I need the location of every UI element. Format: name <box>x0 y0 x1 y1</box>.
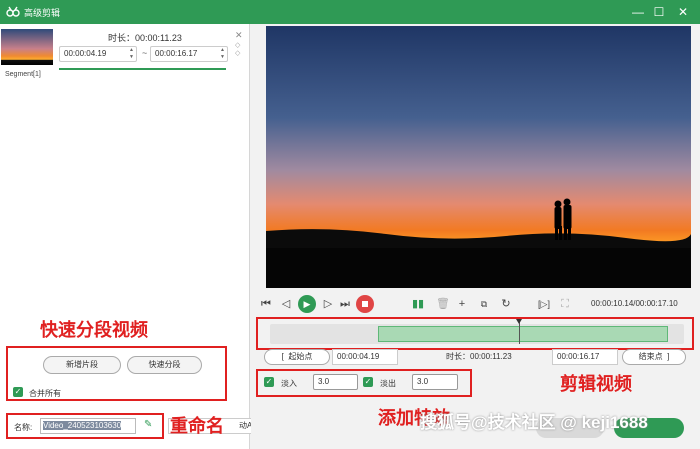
segment-start-value: 00:00:04.19 <box>64 49 107 58</box>
close-button[interactable]: ✕ <box>675 4 691 20</box>
spin-icon[interactable]: ▲ ▼ <box>220 47 225 61</box>
fade-in-label: 淡入 <box>281 379 297 388</box>
start-time-input[interactable]: 00:00:04.19 <box>332 349 398 365</box>
mark-icon[interactable]: [▷] <box>536 294 552 314</box>
range-controls: [ 起始点 00:00:04.19 时长：00:00:11.23 00:00:1… <box>264 349 686 365</box>
set-end-label: 结束点 <box>638 352 663 361</box>
end-time-value: 00:00:16.17 <box>557 352 600 361</box>
annotation-rename: 重命名 <box>170 416 224 436</box>
name-label: 名称: <box>14 423 33 432</box>
new-segment-button[interactable]: 新增片段 <box>43 356 121 374</box>
segment-delete-icon[interactable]: ✕ <box>235 30 243 41</box>
name-value: Video_240523103630 <box>43 421 122 430</box>
video-preview <box>266 26 691 288</box>
minimize-button[interactable]: — <box>630 4 646 20</box>
watermark: 搜狐号@技术社区 @ keji1688 <box>420 413 648 432</box>
timeline-selection[interactable] <box>378 326 668 342</box>
timeline-track[interactable] <box>270 319 684 344</box>
start-time-value: 00:00:04.19 <box>337 352 380 361</box>
copy-icon[interactable]: ⧉ <box>478 294 490 314</box>
fade-out-value: 3.0 <box>417 377 429 386</box>
playhead[interactable] <box>516 319 522 344</box>
skip-start-icon[interactable]: ⏮ <box>260 294 272 314</box>
range-separator: ~ <box>142 48 148 58</box>
name-input[interactable]: Video_240523103630 <box>40 418 136 434</box>
skip-end-icon[interactable]: ⏭ <box>338 294 352 314</box>
end-time-input[interactable]: 00:00:16.17 <box>552 349 618 365</box>
set-start-label: 起始点 <box>288 352 313 361</box>
fade-in-value: 3.0 <box>318 377 330 386</box>
segment-progress <box>59 68 226 70</box>
snapshot-icon[interactable]: ⛶ <box>558 294 572 314</box>
reorder-icon[interactable]: ◇ ◇ <box>235 42 240 58</box>
fade-in-input[interactable]: 3.0 <box>313 374 358 390</box>
quick-segment-button[interactable]: 快速分段 <box>127 356 202 374</box>
segment-end-value: 00:00:16.17 <box>155 49 198 58</box>
segment-thumbnail <box>1 29 53 65</box>
segment-item[interactable]: Segment[1] 时长：00:00:11.23 00:00:04.19 ▲ ▼… <box>0 26 250 78</box>
segment-duration: 时长：00:00:11.23 <box>108 33 182 43</box>
play-button[interactable]: ▶ <box>298 295 316 313</box>
delete-icon[interactable]: 🗑 <box>436 294 450 314</box>
edit-pencil-icon[interactable]: ✎ <box>144 419 152 430</box>
segment-start-input[interactable]: 00:00:04.19 ▲ ▼ <box>59 46 137 62</box>
spin-icon[interactable]: ▲ ▼ <box>129 47 134 61</box>
fade-out-checkbox[interactable]: ✓ <box>363 377 373 387</box>
fade-out-label: 淡出 <box>380 379 396 388</box>
step-forward-icon[interactable]: ▷ <box>322 294 334 314</box>
stop-button[interactable] <box>356 295 374 313</box>
set-end-button[interactable]: 结束点 ] <box>622 349 686 365</box>
title-bar: 高级剪辑 — ☐ ✕ <box>0 0 700 24</box>
segment-label: Segment[1] <box>5 71 41 78</box>
playback-time: 00:00:10.14/00:00:17.10 <box>591 299 678 308</box>
annotation-quick-video: 快速分段视频 <box>40 320 148 340</box>
segment-end-input[interactable]: 00:00:16.17 ▲ ▼ <box>150 46 228 62</box>
range-duration: 时长：00:00:11.23 <box>446 352 512 361</box>
window-title: 高级剪辑 <box>24 8 61 18</box>
split-icon[interactable]: ▮▮ <box>412 294 424 314</box>
fade-out-input[interactable]: 3.0 <box>412 374 458 390</box>
step-back-icon[interactable]: ◁ <box>280 294 292 314</box>
set-start-button[interactable]: [ 起始点 <box>264 349 330 365</box>
merge-all-label: 合并所有 <box>29 389 61 398</box>
maximize-button[interactable]: ☐ <box>651 4 667 20</box>
fade-in-checkbox[interactable]: ✓ <box>264 377 274 387</box>
merge-all-checkbox[interactable]: ✓ <box>13 387 23 397</box>
annotation-edit-video: 剪辑视频 <box>560 374 632 394</box>
undo-icon[interactable]: ↻ <box>500 294 512 314</box>
add-icon[interactable]: + <box>456 294 468 314</box>
app-logo-icon <box>6 6 20 17</box>
